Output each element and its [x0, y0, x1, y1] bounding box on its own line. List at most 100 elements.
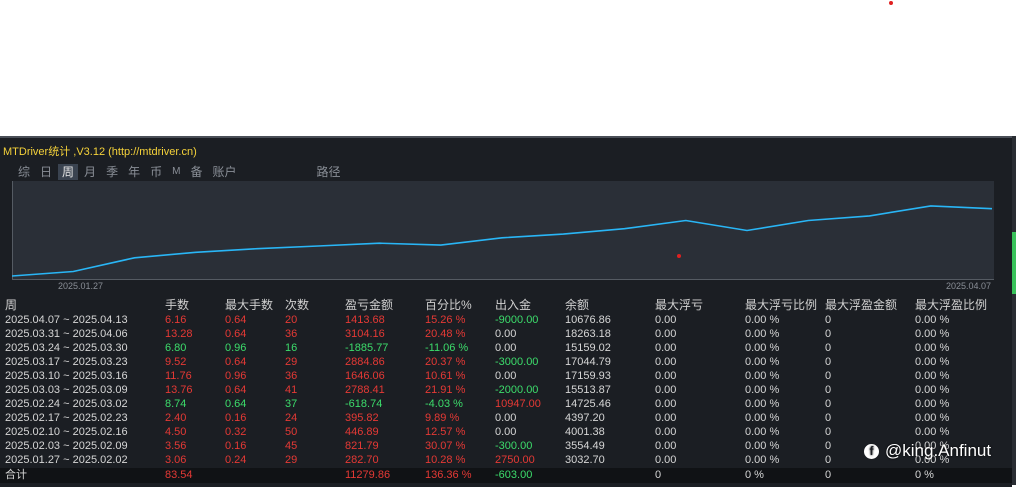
cell-max-lots: 0.96	[225, 370, 247, 382]
cell-count: 36	[285, 328, 298, 340]
cell-count: 37	[285, 398, 298, 410]
cell-lots: 4.50	[165, 426, 187, 438]
total-max-float-profit-pct: 0 %	[915, 469, 934, 481]
cell-balance: 17044.79	[565, 356, 611, 368]
table-row: 2025.03.10 ~ 2025.03.16 11.76 0.96 36 1646.0…	[0, 369, 1012, 383]
cell-pnl: 395.82	[345, 412, 379, 424]
cell-period: 2025.02.17 ~ 2025.02.23	[5, 412, 128, 424]
total-max-float-loss-pct: 0 %	[745, 469, 764, 481]
cell-balance: 10676.86	[565, 314, 611, 326]
cell-pnl: 282.70	[345, 454, 379, 466]
cell-max-float-loss-pct: 0.00 %	[745, 454, 780, 466]
cell-pct: 9.89 %	[425, 412, 460, 424]
cell-max-float-profit: 0	[825, 398, 832, 410]
tab-day[interactable]: 日	[36, 164, 56, 180]
tab-notes[interactable]: 备	[186, 164, 206, 180]
cell-max-lots: 0.24	[225, 454, 247, 466]
cell-max-float-loss: 0.00	[655, 412, 677, 424]
cell-pct: 21.91 %	[425, 384, 466, 396]
cell-count: 45	[285, 440, 298, 452]
cell-max-float-profit: 0	[825, 440, 832, 452]
table-row: 2025.04.07 ~ 2025.04.13 6.16 0.64 20 1413.68…	[0, 313, 1012, 327]
header-count: 次数	[285, 298, 310, 312]
balance-chart	[12, 181, 994, 280]
cell-max-float-loss: 0.00	[655, 314, 677, 326]
right-edge-bar	[1012, 136, 1016, 485]
cell-max-float-loss-pct: 0.00 %	[745, 412, 780, 424]
cell-period: 2025.04.07 ~ 2025.04.13	[5, 314, 128, 326]
cell-max-lots: 0.32	[225, 426, 247, 438]
tab-m[interactable]: M	[168, 164, 184, 180]
table-row: 2025.02.24 ~ 2025.03.02 8.74 0.64 37 -618.74…	[0, 397, 1012, 411]
cell-max-float-profit-pct: 0.00 %	[915, 314, 950, 326]
cell-max-float-profit: 0	[825, 384, 832, 396]
cell-max-float-profit-pct: 0.00 %	[915, 342, 950, 354]
tab-path[interactable]: 路径	[312, 164, 344, 180]
cell-pnl: 1646.06	[345, 370, 385, 382]
cell-max-float-profit: 0	[825, 328, 832, 340]
cell-lots: 3.06	[165, 454, 187, 466]
header-max-float-loss-pct: 最大浮亏比例	[745, 298, 818, 312]
cell-flow: 0.00	[495, 412, 517, 424]
tab-week[interactable]: 周	[58, 164, 79, 180]
tab-currency[interactable]: 币	[146, 164, 166, 180]
cell-max-float-loss: 0.00	[655, 370, 677, 382]
cell-lots: 6.16	[165, 314, 187, 326]
tab-quarter[interactable]: 季	[102, 164, 122, 180]
cell-flow: 0.00	[495, 426, 517, 438]
cell-lots: 8.74	[165, 398, 187, 410]
cell-count: 36	[285, 370, 298, 382]
cell-pct: 12.57 %	[425, 426, 466, 438]
cell-balance: 4001.38	[565, 426, 605, 438]
cell-max-float-loss-pct: 0.00 %	[745, 384, 780, 396]
table-row: 2025.03.24 ~ 2025.03.30 6.80 0.96 16 -1885.7…	[0, 341, 1012, 355]
cell-max-float-loss-pct: 0.00 %	[745, 328, 780, 340]
cell-max-lots: 0.16	[225, 412, 247, 424]
balance-chart-svg	[12, 181, 994, 280]
weekly-stats-table: 周 手数 最大手数 次数 盈亏金额 百分比% 出入金 余额 最大浮亏 最大浮亏比…	[0, 297, 1012, 483]
cell-period: 2025.03.03 ~ 2025.03.09	[5, 384, 128, 396]
cell-count: 24	[285, 412, 298, 424]
header-lots: 手数	[165, 298, 190, 312]
cell-max-float-profit-pct: 0.00 %	[915, 426, 950, 438]
table-row: 2025.02.03 ~ 2025.02.09 3.56 0.16 45 821.79 3…	[0, 439, 1012, 453]
cell-pnl: 2788.41	[345, 384, 385, 396]
facebook-icon: f	[864, 443, 879, 459]
cell-flow: -9000.00	[495, 314, 539, 326]
cell-pnl: -1885.77	[345, 342, 389, 354]
cell-pnl: 446.89	[345, 426, 379, 438]
cell-max-float-profit: 0	[825, 426, 832, 438]
cell-max-float-profit: 0	[825, 412, 832, 424]
cell-pnl: 1413.68	[345, 314, 385, 326]
total-label: 合计	[5, 469, 27, 481]
tab-overview[interactable]: 综	[14, 164, 34, 180]
cell-max-float-profit: 0	[825, 356, 832, 368]
tab-month[interactable]: 月	[80, 164, 100, 180]
cell-flow: -300.00	[495, 440, 533, 452]
cell-balance: 17159.93	[565, 370, 611, 382]
cell-period: 2025.03.24 ~ 2025.03.30	[5, 342, 128, 354]
cell-pnl: -618.74	[345, 398, 383, 410]
cell-balance: 15513.87	[565, 384, 611, 396]
header-week: 周	[5, 298, 18, 312]
table-row: 2025.03.03 ~ 2025.03.09 13.76 0.64 41 2788.4…	[0, 383, 1012, 397]
cell-balance: 15159.02	[565, 342, 611, 354]
cell-max-lots: 0.16	[225, 440, 247, 452]
cell-count: 29	[285, 454, 298, 466]
tab-account[interactable]: 账户	[208, 164, 240, 180]
cell-balance: 18263.18	[565, 328, 611, 340]
cell-max-float-loss: 0.00	[655, 426, 677, 438]
table-row: 2025.02.17 ~ 2025.02.23 2.40 0.16 24 395.82 9…	[0, 411, 1012, 425]
cell-lots: 9.52	[165, 356, 187, 368]
cell-max-float-loss: 0.00	[655, 356, 677, 368]
cell-count: 29	[285, 356, 298, 368]
cell-max-float-loss-pct: 0.00 %	[745, 342, 780, 354]
cell-count: 16	[285, 342, 298, 354]
cell-flow: -3000.00	[495, 356, 539, 368]
table-row: 2025.03.17 ~ 2025.03.23 9.52 0.64 29 2884.86…	[0, 355, 1012, 369]
cell-flow: 10947.00	[495, 398, 541, 410]
window-title: MTDriver统计 ,V3.12 (http://mtdriver.cn)	[3, 146, 197, 158]
tab-year[interactable]: 年	[124, 164, 144, 180]
cell-max-float-profit: 0	[825, 314, 832, 326]
table-total-row: 合计 83.54 11279.86 136.36 % -603.00 0 0 %…	[0, 468, 1012, 483]
